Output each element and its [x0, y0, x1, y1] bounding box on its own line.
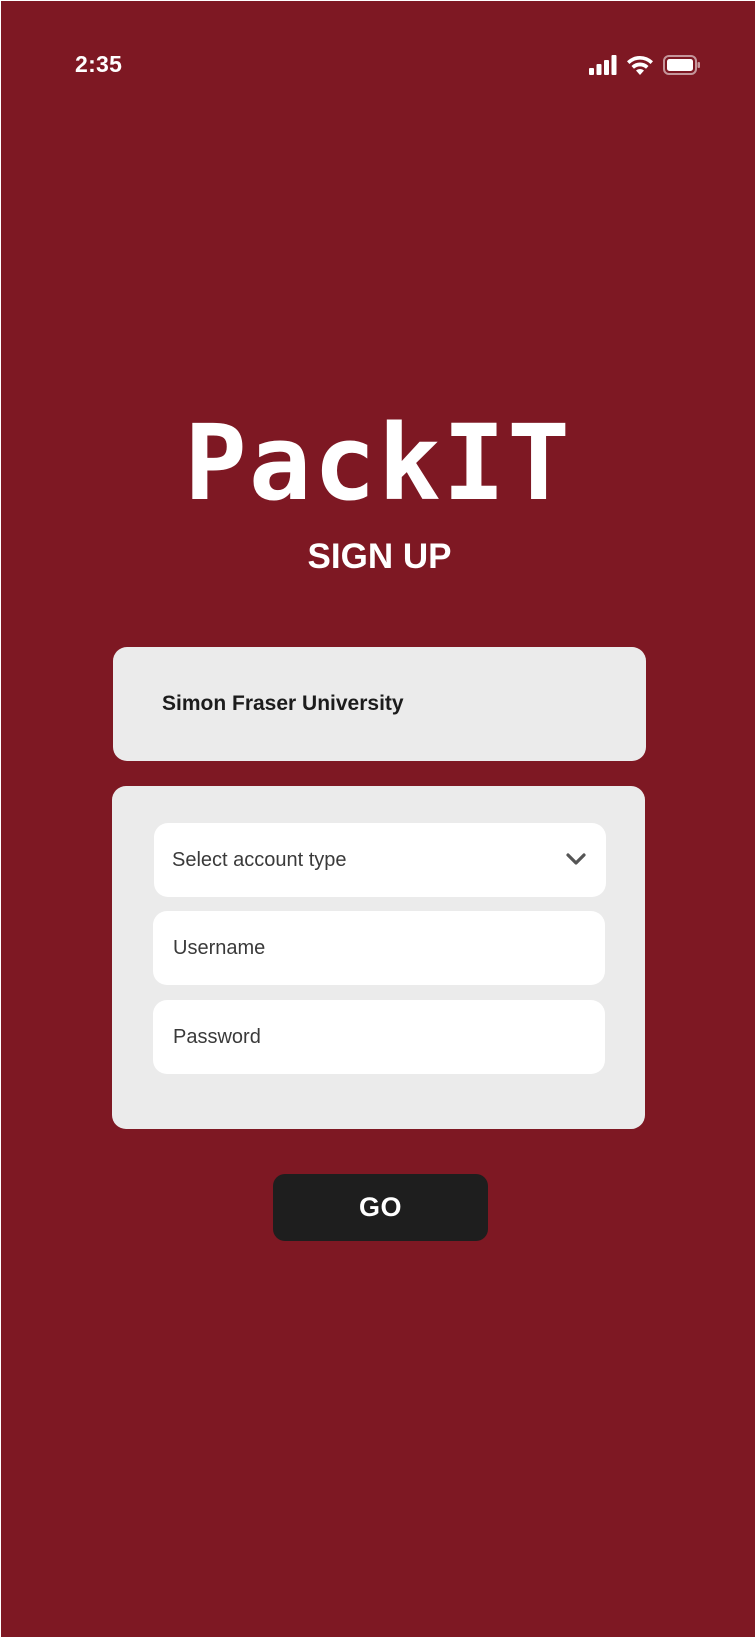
university-name: Simon Fraser University: [162, 692, 404, 715]
signup-screen: 2:35 PackIT SIGN UP Simon Fraser Univers…: [1, 1, 755, 1637]
password-input[interactable]: [173, 1025, 605, 1049]
account-type-select[interactable]: Select account type: [154, 823, 606, 897]
app-logo: PackIT: [184, 402, 572, 524]
cellular-signal-icon: [589, 55, 617, 75]
username-field-box: [153, 911, 605, 985]
university-card: Simon Fraser University: [113, 647, 646, 761]
page-title: SIGN UP: [307, 537, 452, 576]
status-icons: [589, 53, 701, 77]
go-button[interactable]: GO: [273, 1174, 488, 1241]
username-input[interactable]: [173, 936, 605, 960]
account-type-placeholder: Select account type: [172, 848, 347, 871]
battery-icon: [663, 55, 701, 75]
chevron-down-icon[interactable]: [566, 853, 586, 872]
wifi-icon: [627, 55, 653, 75]
password-field-box: [153, 1000, 605, 1074]
status-time: 2:35: [75, 51, 123, 77]
signup-form: Select account type: [112, 786, 645, 1129]
